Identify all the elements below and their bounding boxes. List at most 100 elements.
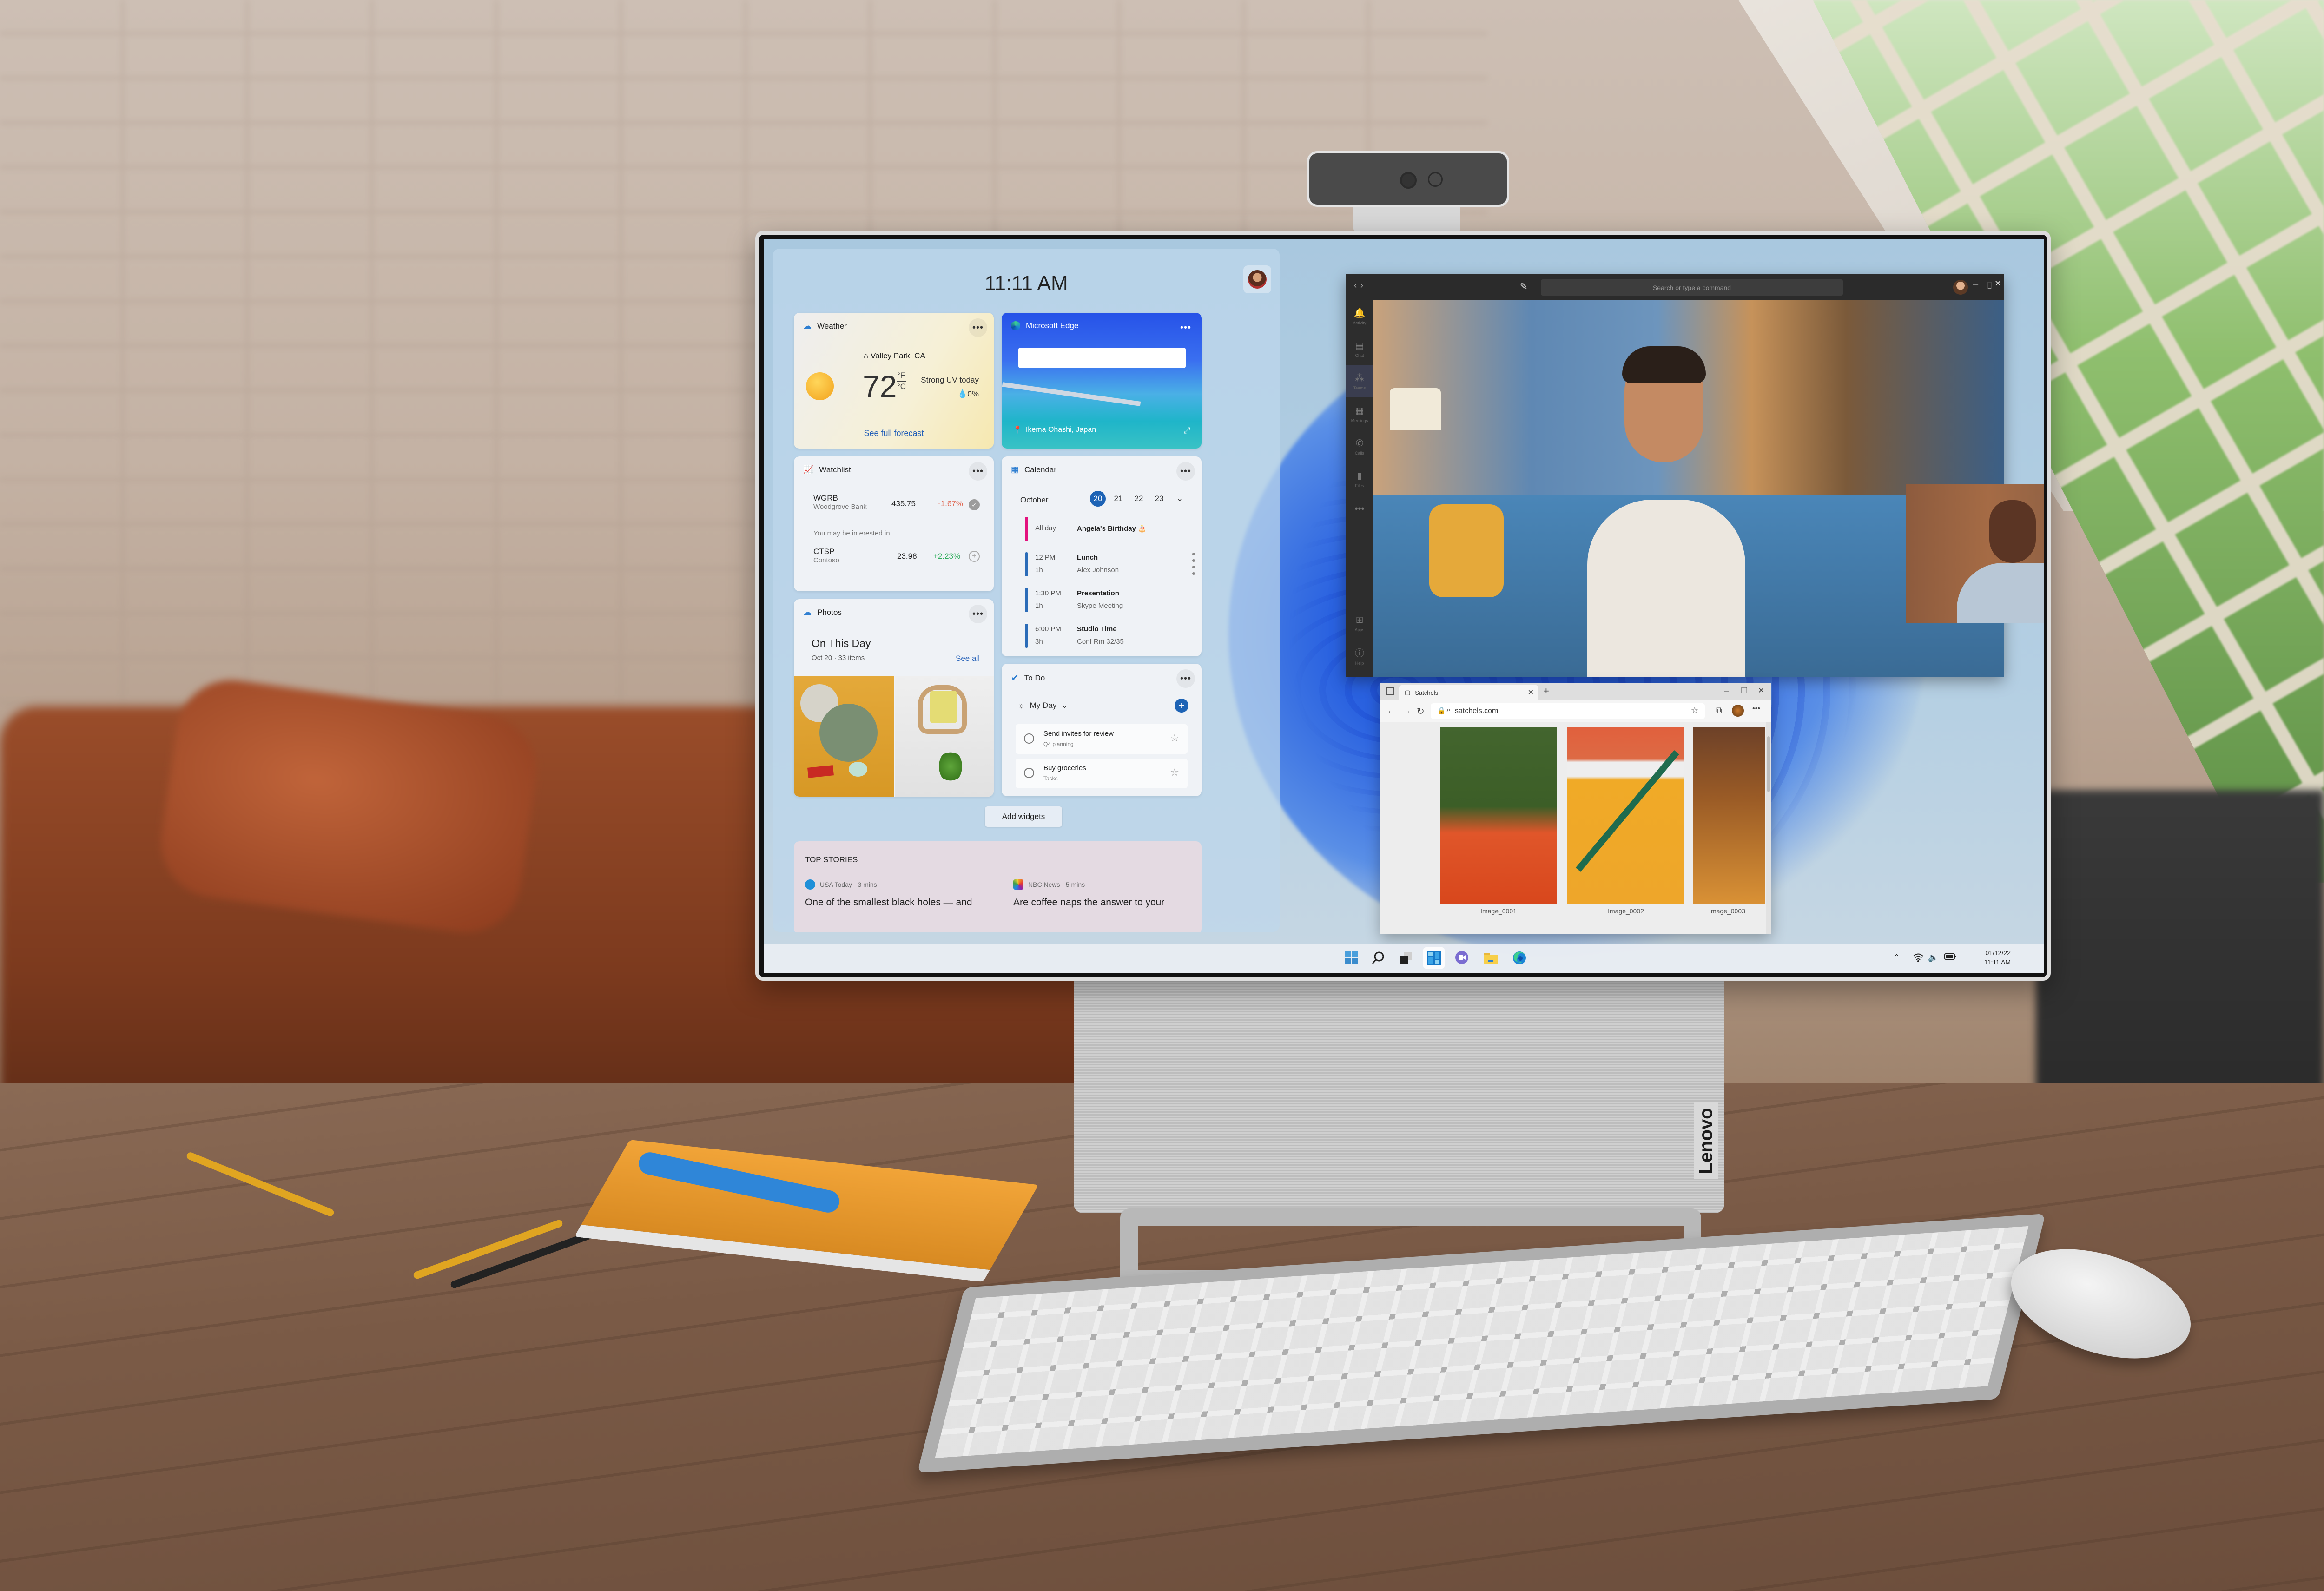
gallery-image[interactable] — [1693, 727, 1765, 904]
scrollbar-thumb[interactable] — [1767, 736, 1770, 792]
maximize-icon[interactable]: ☐ — [1741, 686, 1748, 695]
gallery-image[interactable] — [1567, 727, 1684, 904]
taskbar-clock[interactable]: 01/12/22 11:11 AM — [1984, 948, 2011, 967]
photo-thumbnail[interactable] — [895, 676, 994, 797]
edge-image-location[interactable]: 📍 Ikema Ohashi, Japan — [1013, 425, 1096, 435]
show-hidden-icons-chevron[interactable]: ⌃ — [1893, 953, 1900, 963]
todo-widget[interactable]: ✔ To Do ••• ☼ My Day ⌄ + Send invites fo… — [1002, 664, 1202, 796]
calendar-day[interactable]: 20 — [1090, 491, 1106, 507]
watchlist-more-button[interactable]: ••• — [969, 462, 987, 481]
add-stock-icon[interactable]: + — [969, 551, 980, 562]
maximize-icon[interactable]: ▯ — [1987, 279, 1992, 290]
browser-scrollbar[interactable] — [1766, 722, 1771, 934]
back-icon[interactable]: ‹ — [1354, 281, 1360, 290]
file-explorer-button[interactable] — [1482, 949, 1499, 967]
photos-widget[interactable]: ☁ Photos ••• On This Day Oct 20 · 33 ite… — [794, 599, 994, 797]
collections-icon[interactable]: ⧉ — [1716, 706, 1722, 715]
volume-icon[interactable]: 🔈 — [1928, 953, 1938, 963]
task-complete-checkbox[interactable] — [1024, 768, 1034, 778]
todo-list-selector[interactable]: ☼ My Day ⌄ — [1018, 701, 1068, 710]
gallery-image[interactable] — [1440, 727, 1557, 904]
todo-more-button[interactable]: ••• — [1176, 669, 1195, 688]
address-bar[interactable]: 🔒 ⌕ satchels.com ☆ — [1431, 703, 1705, 719]
news-story[interactable]: USA Today · 3 mins One of the smallest b… — [805, 879, 991, 908]
refresh-icon[interactable]: ↻ — [1417, 706, 1425, 717]
edge-widget[interactable]: Microsoft Edge ••• 📍 Ikema Ohashi, Japan… — [1002, 313, 1202, 449]
event-time: 6:00 PM — [1035, 625, 1061, 633]
forward-arrow-icon[interactable]: → — [1402, 706, 1411, 716]
edge-taskbar-button[interactable] — [1511, 949, 1528, 967]
stock-row[interactable]: WGRB Woodgrove Bank — [813, 494, 867, 511]
close-icon[interactable]: ✕ — [1758, 686, 1764, 695]
teams-rail-files[interactable]: ▮ Files — [1346, 462, 1373, 495]
teams-profile-avatar[interactable] — [1953, 280, 1968, 295]
calendar-day[interactable]: 21 — [1110, 491, 1126, 507]
more-icon[interactable]: ••• — [1752, 705, 1760, 713]
task-view-button[interactable] — [1397, 949, 1415, 967]
stock-row[interactable]: CTSP Contoso — [813, 547, 839, 564]
calendar-event[interactable]: All day Angela's Birthday 🎂 — [1025, 517, 1188, 546]
browser-tab[interactable]: ▢ Satchels ✕ — [1399, 685, 1538, 700]
chevron-down-icon[interactable]: ⌄ — [1172, 491, 1188, 507]
calendar-day[interactable]: 23 — [1151, 491, 1167, 507]
sun-outline-icon: ☼ — [1018, 701, 1025, 710]
watchlist-widget[interactable]: 📈 Watchlist ••• WGRB Woodgrove Bank 435.… — [794, 456, 994, 591]
user-avatar[interactable] — [1243, 265, 1271, 293]
see-full-forecast-link[interactable]: See full forecast — [794, 429, 994, 438]
photo-thumbnail[interactable] — [794, 676, 894, 797]
teams-chat-button[interactable] — [1453, 949, 1471, 967]
teams-rail-chat[interactable]: ▤ Chat — [1346, 332, 1373, 365]
forward-icon[interactable]: › — [1360, 281, 1367, 290]
wifi-icon[interactable] — [1913, 953, 1924, 964]
weather-more-button[interactable]: ••• — [969, 318, 987, 337]
teams-rail-help[interactable]: ⓘ Help — [1346, 639, 1373, 672]
edge-more-button[interactable]: ••• — [1176, 318, 1195, 337]
teams-rail-activity[interactable]: 🔔 Activity — [1346, 300, 1373, 332]
calendar-more-button[interactable]: ••• — [1176, 462, 1195, 481]
weather-widget[interactable]: ☁ Weather ••• ⌂ Valley Park, CA 72 °F °C… — [794, 313, 994, 449]
back-arrow-icon[interactable]: ← — [1387, 706, 1396, 716]
battery-icon[interactable] — [1944, 953, 1956, 963]
teams-rail-meetings[interactable]: ▦ Meetings — [1346, 397, 1373, 430]
star-icon[interactable]: ☆ — [1170, 766, 1179, 779]
add-widgets-button[interactable]: Add widgets — [985, 806, 1062, 827]
close-tab-icon[interactable]: ✕ — [1528, 688, 1534, 697]
widgets-button[interactable] — [1423, 947, 1445, 969]
todo-task[interactable]: Buy groceries Tasks ☆ — [1016, 759, 1188, 788]
teams-rail-apps[interactable]: ⊞ Apps — [1346, 607, 1373, 639]
minimize-icon[interactable]: – — [1973, 279, 1978, 290]
task-complete-checkbox[interactable] — [1024, 733, 1034, 744]
photos-more-button[interactable]: ••• — [969, 605, 987, 623]
calendar-widget[interactable]: ▦ Calendar ••• October 20 21 22 23 ⌄ All… — [1002, 456, 1202, 656]
calendar-event[interactable]: 12 PM 1h Lunch Alex Johnson — [1025, 552, 1188, 581]
calendar-scroll-indicator[interactable] — [1192, 553, 1195, 575]
star-icon[interactable]: ☆ — [1170, 732, 1179, 744]
news-story[interactable]: NBC News · 5 mins Are coffee naps the an… — [1013, 879, 1199, 908]
calendar-event[interactable]: 1:30 PM 1h Presentation Skype Meeting — [1025, 588, 1188, 617]
teams-rail-more[interactable]: ••• — [1346, 493, 1373, 525]
task-title: Send invites for review — [1043, 730, 1114, 738]
expand-icon[interactable]: ⤢ — [1184, 426, 1190, 436]
weather-unit-toggle[interactable]: °F °C — [897, 370, 906, 392]
following-check-icon[interactable]: ✓ — [969, 499, 980, 510]
teams-rail-calls[interactable]: ✆ Calls — [1346, 430, 1373, 462]
tab-actions-icon[interactable] — [1386, 687, 1394, 695]
start-button[interactable] — [1342, 949, 1360, 967]
taskbar-search-button[interactable] — [1369, 949, 1387, 967]
image-caption: Image_0002 — [1608, 907, 1644, 915]
teams-rail-teams[interactable]: ⁂ Teams — [1346, 365, 1373, 397]
calendar-day[interactable]: 22 — [1131, 491, 1147, 507]
add-task-button[interactable]: + — [1175, 699, 1188, 713]
new-tab-button[interactable]: + — [1543, 685, 1549, 697]
browser-profile-avatar[interactable] — [1732, 705, 1744, 717]
see-all-link[interactable]: See all — [956, 654, 980, 663]
edge-search-input[interactable] — [1018, 348, 1186, 368]
todo-task[interactable]: Send invites for review Q4 planning ☆ — [1016, 724, 1188, 754]
favorite-icon[interactable]: ☆ — [1691, 706, 1698, 715]
close-icon[interactable]: ✕ — [1994, 279, 2001, 289]
teams-search-input[interactable]: Search or type a command — [1541, 279, 1843, 296]
minimize-icon[interactable]: – — [1724, 686, 1729, 695]
compose-icon[interactable]: ✎ — [1520, 281, 1528, 292]
calendar-event[interactable]: 6:00 PM 3h Studio Time Conf Rm 32/35 — [1025, 624, 1188, 653]
teams-history-nav[interactable]: ‹› — [1354, 281, 1367, 290]
